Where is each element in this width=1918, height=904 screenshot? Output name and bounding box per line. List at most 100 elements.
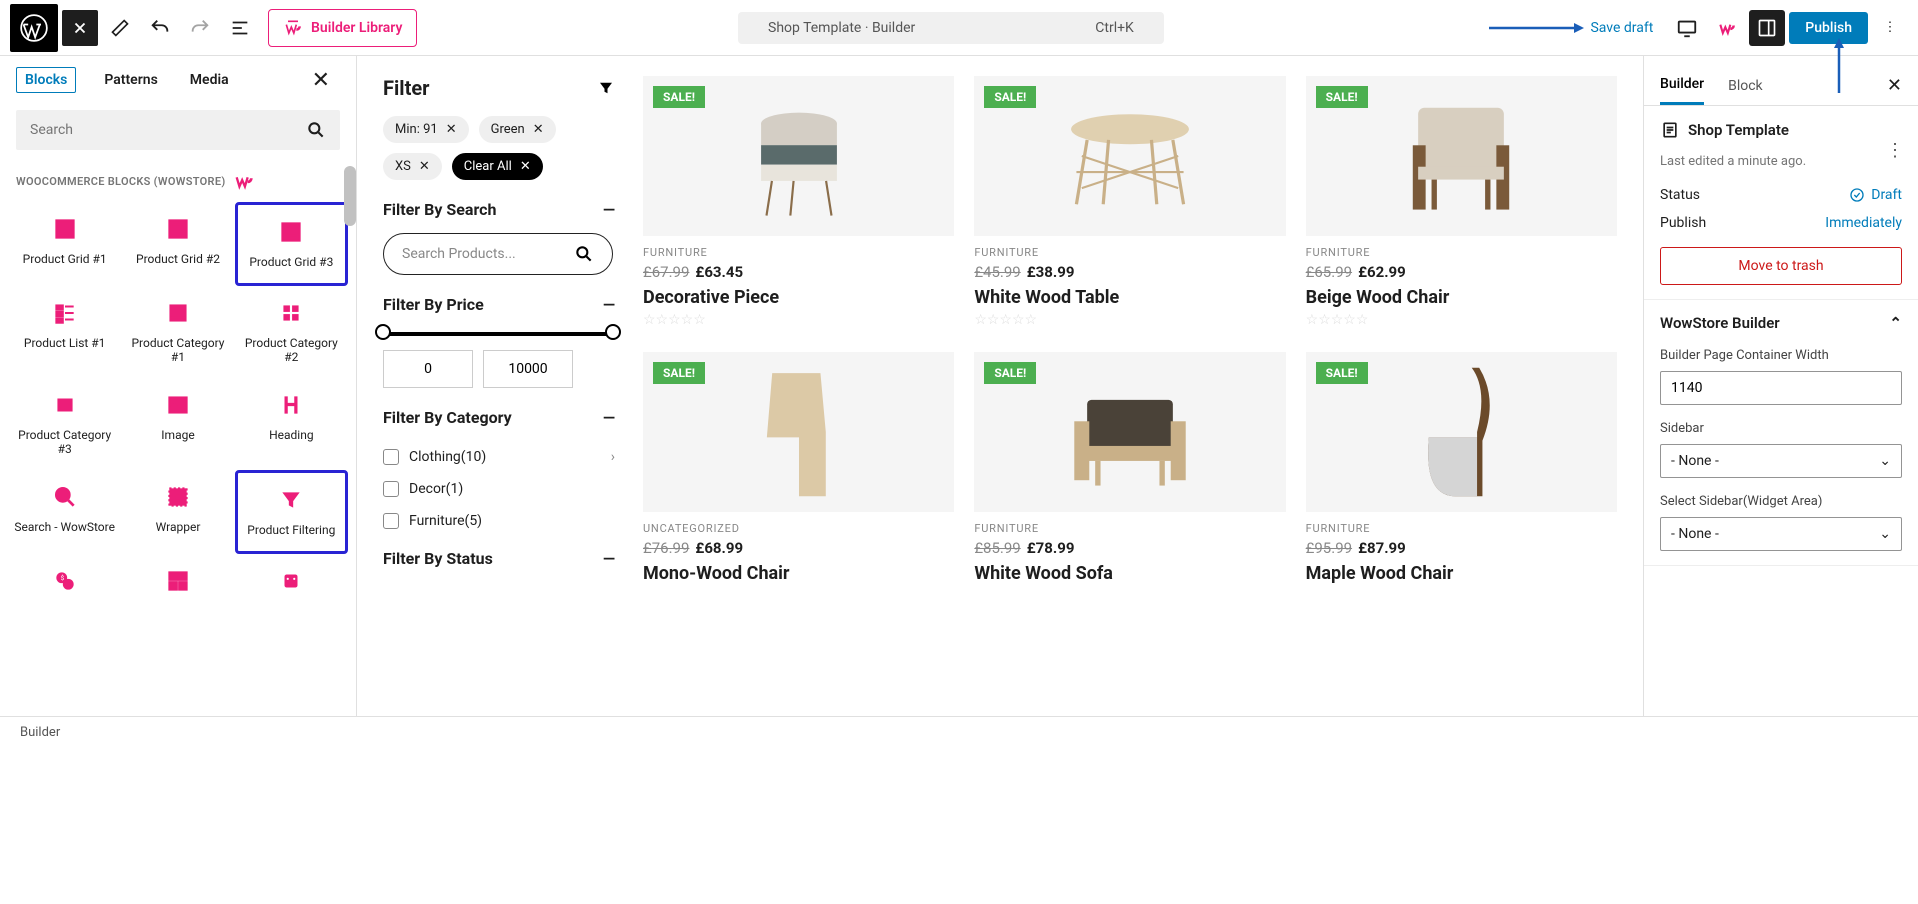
svg-text:$: $ — [60, 574, 64, 582]
block-product-filtering[interactable]: Product Filtering — [235, 470, 348, 554]
container-width-input[interactable] — [1660, 371, 1902, 405]
price-slider[interactable] — [383, 332, 613, 336]
collapse-icon[interactable]: — — [603, 295, 615, 314]
blocks-section-title: WOOCOMMERCE BLOCKS (WOWSTORE) — [16, 175, 225, 188]
search-icon — [306, 120, 326, 140]
builder-library-button[interactable]: Builder Library — [268, 9, 417, 47]
more-menu-icon[interactable]: ⋮ — [1886, 140, 1904, 161]
tab-media[interactable]: Media — [186, 66, 233, 94]
status-link[interactable]: Draft — [1849, 187, 1902, 203]
settings-panel-toggle[interactable] — [1749, 10, 1785, 46]
breadcrumb-footer: Builder — [0, 716, 1918, 748]
wordpress-logo[interactable] — [10, 4, 58, 52]
block-image[interactable]: Image — [121, 378, 234, 470]
sale-badge: SALE! — [653, 86, 705, 108]
undo-icon[interactable] — [142, 10, 178, 46]
widget-area-select[interactable]: - None -⌄ — [1660, 517, 1902, 551]
sale-badge: SALE! — [653, 362, 705, 384]
tab-block[interactable]: Block — [1728, 68, 1763, 104]
document-icon — [1660, 120, 1680, 140]
preview-icon[interactable] — [1669, 10, 1705, 46]
block-wrapper[interactable]: Wrapper — [121, 470, 234, 554]
block-heading[interactable]: Heading — [235, 378, 348, 470]
sale-badge: SALE! — [1316, 86, 1368, 108]
document-title-bar[interactable]: Shop Template · Builder Ctrl+K — [738, 12, 1164, 44]
move-to-trash-button[interactable]: Move to trash — [1660, 247, 1902, 285]
close-button[interactable] — [62, 10, 98, 46]
product-card[interactable]: SALE! FURNITURE £45.99£38.99 White Wood … — [974, 76, 1285, 328]
block-product-grid-1[interactable]: Product Grid #1 — [8, 202, 121, 286]
editor-canvas: Filter Min: 91✕ Green✕ XS✕ Clear All✕ Fi… — [357, 56, 1643, 716]
shortcut-hint: Ctrl+K — [1095, 20, 1134, 36]
document-title: Shop Template · Builder — [768, 20, 915, 36]
collapse-icon[interactable]: — — [603, 408, 615, 427]
blocks-grid: Product Grid #1 Product Grid #2 Product … — [0, 192, 356, 618]
product-card[interactable]: SALE! FURNITURE £67.99£63.45 Decorative … — [643, 76, 954, 328]
clear-all-chip[interactable]: Clear All✕ — [452, 153, 543, 180]
close-icon[interactable]: ✕ — [1887, 75, 1902, 96]
wowstore-icon[interactable] — [1709, 10, 1745, 46]
block-product-list-1[interactable]: Product List #1 — [8, 286, 121, 378]
price-min-input[interactable] — [383, 350, 473, 388]
rating-stars: ☆☆☆☆☆ — [974, 312, 1285, 328]
category-row[interactable]: Clothing(10)› — [383, 441, 615, 473]
close-icon[interactable]: ✕ — [312, 68, 330, 93]
checkbox[interactable] — [383, 481, 399, 497]
publish-time-link[interactable]: Immediately — [1825, 215, 1902, 231]
more-menu-icon[interactable]: ⋮ — [1872, 10, 1908, 46]
product-card[interactable]: SALE! FURNITURE £95.99£87.99 Maple Wood … — [1306, 352, 1617, 584]
wowstore-brand-icon — [233, 170, 255, 192]
document-name: Shop Template — [1688, 121, 1789, 139]
chevron-right-icon[interactable]: › — [611, 449, 615, 465]
draft-status-icon — [1849, 187, 1865, 203]
last-edited-text: Last edited a minute ago. — [1660, 154, 1902, 169]
redo-icon[interactable] — [182, 10, 218, 46]
block-product-grid-2[interactable]: Product Grid #2 — [121, 202, 234, 286]
block-search-input[interactable]: Search — [16, 110, 340, 150]
sale-badge: SALE! — [1316, 362, 1368, 384]
tab-builder[interactable]: Builder — [1660, 66, 1704, 105]
block-extra-3[interactable] — [235, 554, 348, 608]
block-product-category-2[interactable]: Product Category #2 — [235, 286, 348, 378]
filter-chip[interactable]: Green✕ — [479, 116, 556, 143]
product-card[interactable]: SALE! FURNITURE £85.99£78.99 White Wood … — [974, 352, 1285, 584]
top-toolbar: Builder Library Shop Template · Builder … — [0, 0, 1918, 56]
product-card[interactable]: SALE! FURNITURE £65.99£62.99 Beige Wood … — [1306, 76, 1617, 328]
builder-library-label: Builder Library — [311, 20, 402, 36]
block-product-grid-3[interactable]: Product Grid #3 — [235, 202, 348, 286]
rating-stars: ☆☆☆☆☆ — [643, 312, 954, 328]
block-search-wowstore[interactable]: Search - WowStore — [8, 470, 121, 554]
collapse-icon[interactable]: — — [603, 200, 615, 219]
block-product-category-3[interactable]: Product Category #3 — [8, 378, 121, 470]
filter-chip[interactable]: XS✕ — [383, 153, 442, 180]
sidebar-select[interactable]: - None -⌄ — [1660, 444, 1902, 478]
collapse-icon[interactable]: — — [603, 549, 615, 568]
slider-handle-max[interactable] — [605, 324, 621, 340]
block-product-category-1[interactable]: Product Category #1 — [121, 286, 234, 378]
sale-badge: SALE! — [984, 86, 1036, 108]
category-row[interactable]: Furniture(5) — [383, 505, 615, 537]
checkbox[interactable] — [383, 449, 399, 465]
tab-patterns[interactable]: Patterns — [100, 66, 161, 94]
product-card[interactable]: SALE! UNCATEGORIZED £76.99£68.99 Mono-Wo… — [643, 352, 954, 584]
block-extra-1[interactable]: $ — [8, 554, 121, 608]
block-inserter-panel: Blocks Patterns Media ✕ Search WOOCOMMER… — [0, 56, 357, 716]
save-draft-link[interactable]: Save draft — [1590, 20, 1653, 36]
filter-chip[interactable]: Min: 91✕ — [383, 116, 469, 143]
sale-badge: SALE! — [984, 362, 1036, 384]
chevron-up-icon[interactable]: ⌃ — [1889, 314, 1902, 332]
tab-blocks[interactable]: Blocks — [16, 67, 76, 93]
block-extra-2[interactable] — [121, 554, 234, 608]
checkbox[interactable] — [383, 513, 399, 529]
chevron-down-icon: ⌄ — [1879, 526, 1891, 542]
rating-stars: ☆☆☆☆☆ — [1306, 312, 1617, 328]
price-max-input[interactable] — [483, 350, 573, 388]
slider-handle-min[interactable] — [375, 324, 391, 340]
search-icon — [574, 244, 594, 264]
category-row[interactable]: Decor(1) — [383, 473, 615, 505]
outline-icon[interactable] — [222, 10, 258, 46]
edit-icon[interactable] — [102, 10, 138, 46]
scrollbar[interactable] — [344, 166, 356, 226]
publish-button[interactable]: Publish — [1789, 12, 1868, 44]
product-search-input[interactable]: Search Products... — [383, 233, 613, 275]
